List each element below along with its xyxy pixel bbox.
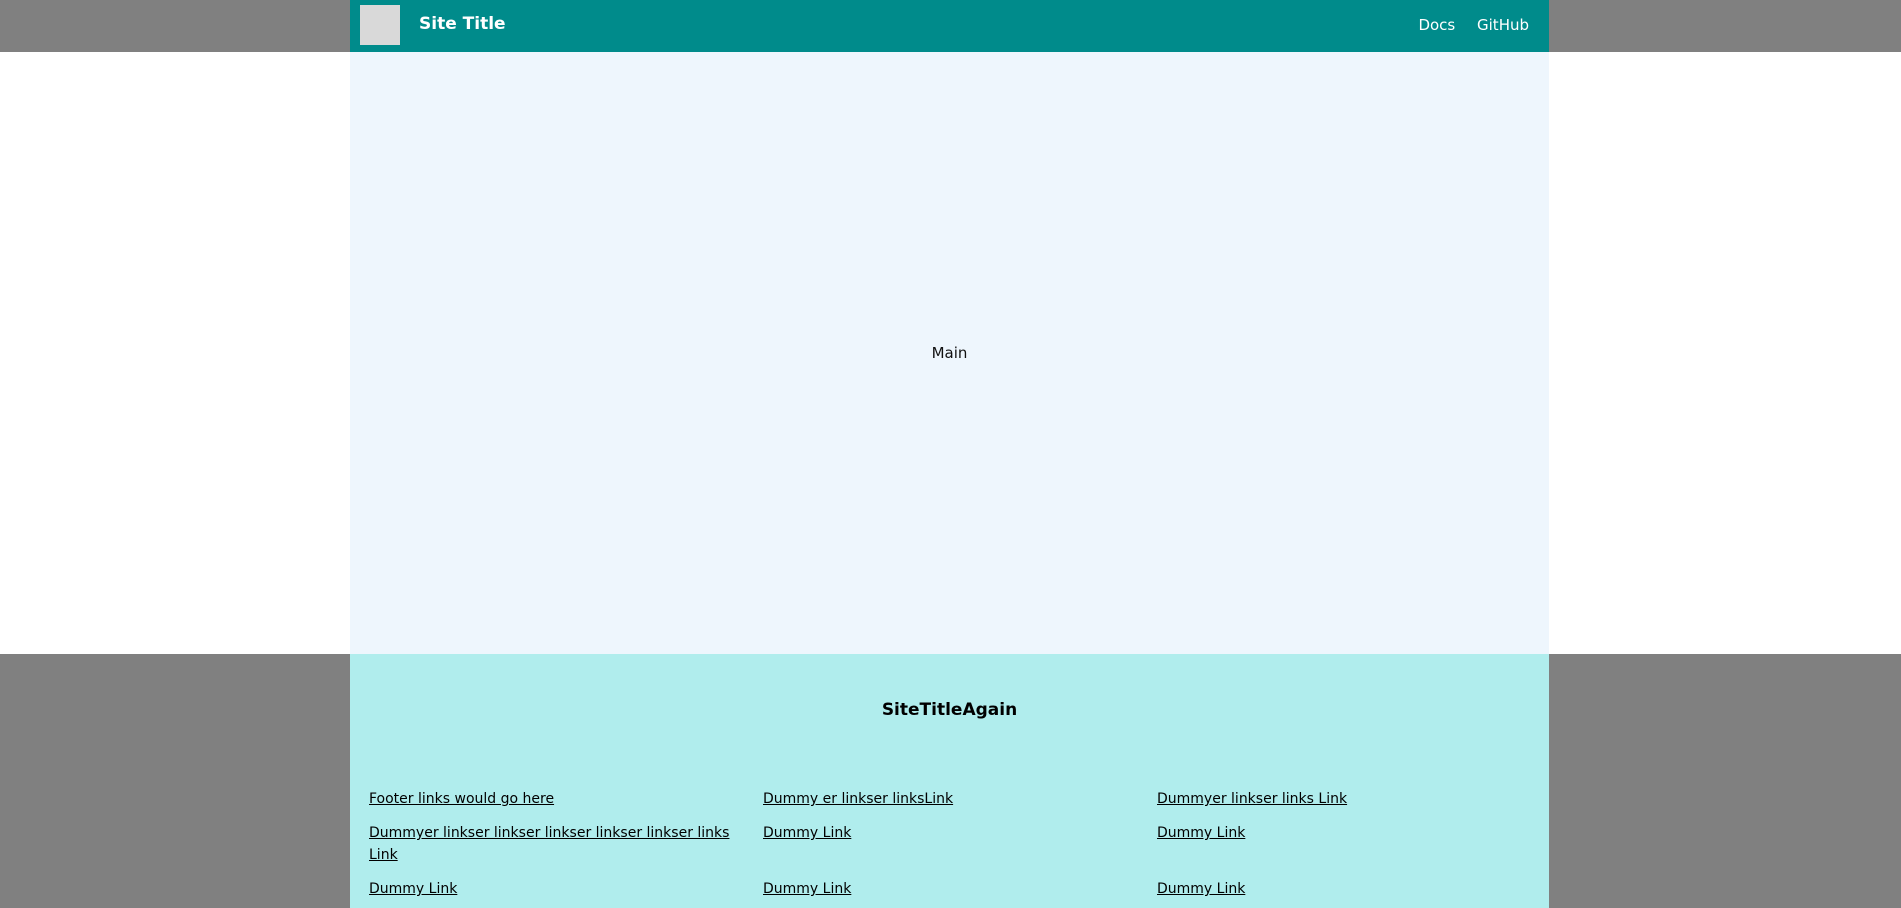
footer-title: SiteTitleAgain — [881, 700, 1018, 720]
footer-links: Footer links would go here Dummy er link… — [369, 788, 1549, 900]
footer-link[interactable]: Dummy Link — [369, 878, 763, 900]
footer-link[interactable]: Dummy Link — [1157, 878, 1549, 900]
footer-link[interactable]: Dummy Link — [763, 878, 1157, 900]
footer-link[interactable]: Dummy Link — [763, 822, 1157, 866]
header-nav: Docs GitHub — [1401, 16, 1529, 34]
footer-link[interactable]: Dummyer linkser links Link — [1157, 788, 1549, 810]
site-logo[interactable] — [360, 5, 400, 45]
site-footer: SiteTitleAgain Footer links would go her… — [350, 654, 1549, 908]
nav-link-github[interactable]: GitHub — [1477, 16, 1529, 34]
footer-link[interactable]: Dummyer linkser linkser linkser linkser … — [369, 822, 763, 866]
nav-link-docs[interactable]: Docs — [1418, 16, 1455, 34]
footer-link[interactable]: Dummy Link — [1157, 822, 1549, 866]
main-label: Main — [931, 344, 968, 362]
footer-link[interactable]: Dummy er linkser linksLink — [763, 788, 1157, 810]
footer-link[interactable]: Footer links would go here — [369, 788, 763, 810]
page-container: Site Title Docs GitHub Main SiteTitleAga… — [350, 0, 1549, 908]
main-content: Main — [350, 52, 1549, 654]
site-header: Site Title Docs GitHub — [350, 0, 1549, 52]
site-title[interactable]: Site Title — [419, 14, 506, 34]
